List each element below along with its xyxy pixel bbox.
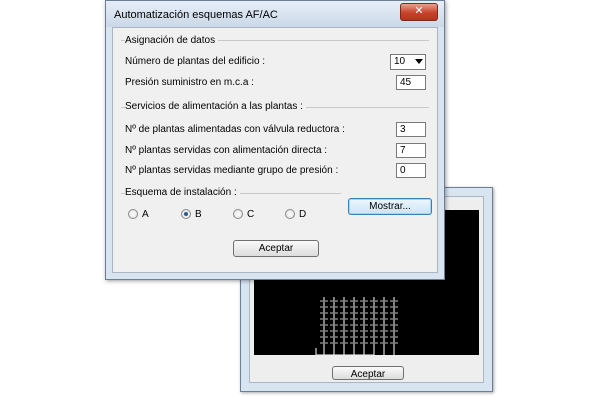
directa-input[interactable]: 7 bbox=[396, 143, 426, 158]
grupo-input[interactable]: 0 bbox=[396, 163, 426, 178]
mostrar-label: Mostrar... bbox=[369, 201, 411, 212]
accept-button[interactable]: Aceptar bbox=[233, 240, 319, 257]
directa-label: Nº plantas servidas con alimentación dir… bbox=[125, 145, 328, 156]
group-asignacion-title: Asignación de datos bbox=[125, 35, 219, 46]
valvula-label: Nº de plantas alimentadas con válvula re… bbox=[125, 124, 345, 135]
close-button[interactable]: ✕ bbox=[400, 3, 438, 21]
presion-input[interactable]: 45 bbox=[396, 75, 426, 90]
plantas-label: Número de plantas del edificio : bbox=[125, 56, 266, 67]
plantas-value: 10 bbox=[394, 56, 406, 67]
radio-esquema-d-label: D bbox=[299, 209, 307, 220]
title-bar[interactable]: Automatización esquemas AF/AC ✕ bbox=[106, 1, 444, 27]
dialog-title: Automatización esquemas AF/AC bbox=[114, 9, 278, 21]
radio-esquema-c[interactable] bbox=[233, 209, 243, 219]
valvula-value: 3 bbox=[400, 124, 406, 135]
group-esquema-title: Esquema de instalación : bbox=[125, 187, 240, 198]
presion-label: Presión suministro en m.c.a : bbox=[125, 77, 254, 88]
radio-esquema-d[interactable] bbox=[285, 209, 295, 219]
preview-ok-button[interactable]: Aceptar bbox=[332, 366, 404, 380]
mostrar-button[interactable]: Mostrar... bbox=[348, 198, 432, 215]
radio-esquema-b[interactable] bbox=[181, 209, 191, 219]
accept-label: Aceptar bbox=[258, 243, 294, 254]
radio-esquema-b-label: B bbox=[195, 209, 202, 220]
main-dialog: Automatización esquemas AF/AC ✕ Asignaci… bbox=[105, 0, 445, 280]
chevron-down-icon bbox=[415, 59, 423, 64]
grupo-value: 0 bbox=[400, 165, 406, 176]
radio-esquema-c-label: C bbox=[247, 209, 255, 220]
dialog-client: Asignación de datos Número de plantas de… bbox=[112, 27, 438, 273]
plantas-select[interactable]: 10 bbox=[390, 54, 426, 70]
radio-esquema-a[interactable] bbox=[128, 209, 138, 219]
presion-value: 45 bbox=[400, 77, 412, 88]
valvula-input[interactable]: 3 bbox=[396, 122, 426, 137]
radio-esquema-a-label: A bbox=[142, 209, 149, 220]
group-servicios-title: Servicios de alimentación a las plantas … bbox=[125, 101, 306, 112]
directa-value: 7 bbox=[400, 145, 406, 156]
close-icon: ✕ bbox=[414, 5, 424, 17]
preview-ok-label: Aceptar bbox=[350, 369, 386, 380]
grupo-label: Nº plantas servidas mediante grupo de pr… bbox=[125, 165, 339, 176]
